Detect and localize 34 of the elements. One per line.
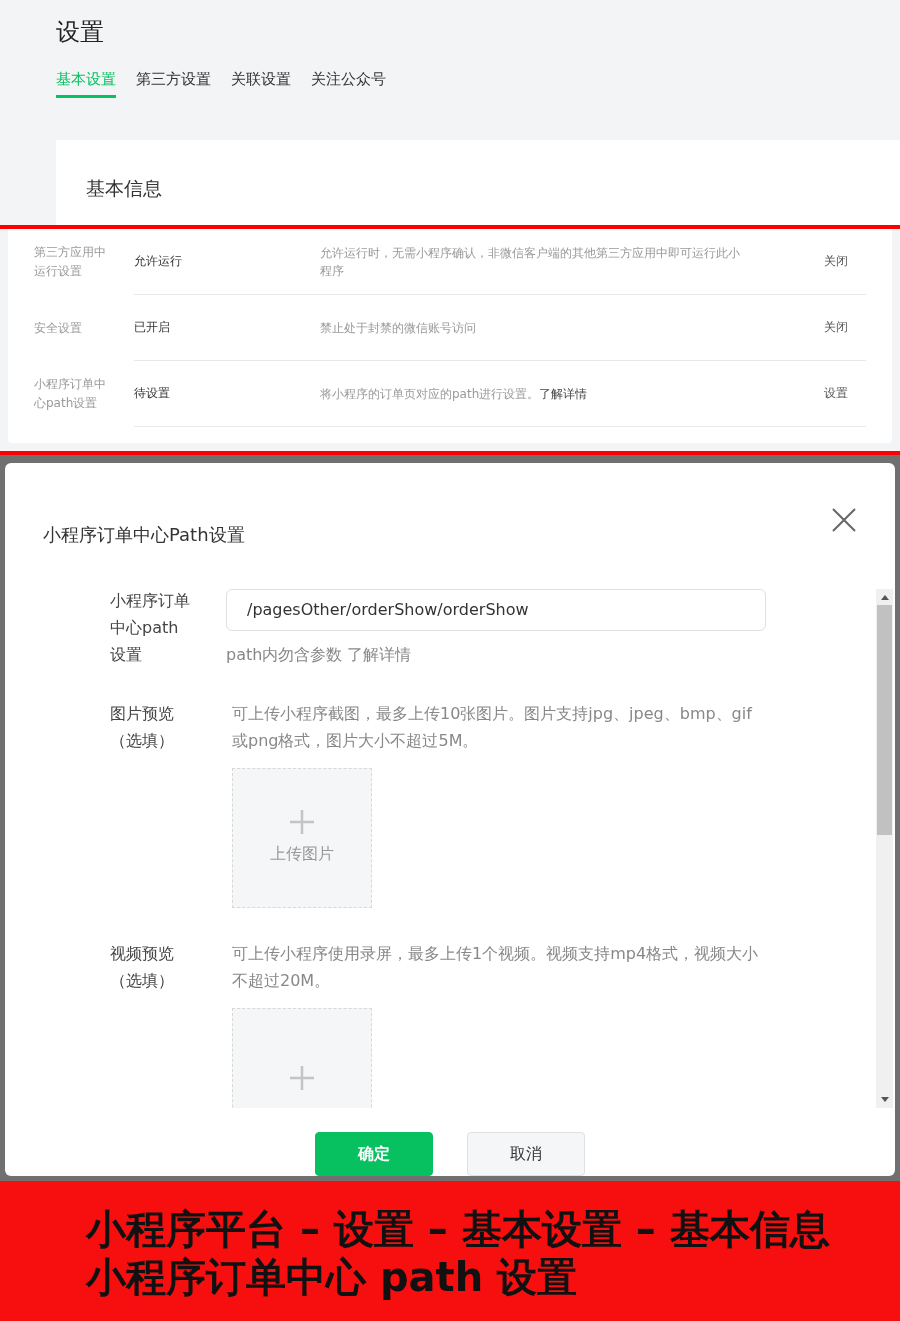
scroll-down-icon[interactable]	[879, 1096, 890, 1104]
setting-description: 将小程序的订单页对应的path进行设置。了解详情	[320, 385, 589, 403]
field-hint: 可上传小程序截图，最多上传10张图片。图片支持jpg、jpeg、bmp、gif或png格式，图片大小不超过5M。	[232, 702, 754, 752]
field-hint: 可上传小程序使用录屏，最多上传1个视频。视频支持mp4格式，视频大小不超过20M。	[232, 942, 760, 992]
caption-text: 小程序平台 – 设置 – 基本设置 – 基本信息	[86, 1205, 831, 1253]
setting-action-link[interactable]: 关闭	[824, 253, 848, 270]
setting-description: 禁止处于封禁的微信账号访问	[320, 319, 477, 337]
details-link[interactable]: 了解详情	[539, 386, 588, 401]
path-input[interactable]: /pagesOther/orderShow/orderShow	[226, 588, 766, 631]
setting-action-link[interactable]: 设置	[824, 385, 848, 402]
setting-label: 小程序订单中心path设置	[34, 376, 107, 412]
tab[interactable]: 第三方设置	[136, 70, 211, 98]
setting-label: 安全设置	[34, 319, 83, 337]
setting-action-link[interactable]: 关闭	[824, 319, 848, 336]
cancel-button[interactable]: 取消	[467, 1132, 585, 1176]
field-label: 小程序订单中心path设置	[110, 589, 191, 666]
plus-icon	[290, 1065, 314, 1090]
field-label: 视频预览（选填）	[110, 942, 175, 992]
tab[interactable]: 关联设置	[231, 70, 291, 98]
setting-status: 允许运行	[134, 253, 183, 270]
field-label: 图片预览（选填）	[110, 702, 175, 752]
page-title: 设置	[56, 17, 105, 48]
dialog-title: 小程序订单中心Path设置	[43, 522, 245, 547]
setting-label: 第三方应用中运行设置	[34, 244, 107, 280]
caption-text: 小程序订单中心 path 设置	[86, 1253, 579, 1301]
card-title: 基本信息	[86, 177, 162, 199]
field-hint: path内勿含参数 了解详情	[226, 644, 412, 666]
setting-status: 待设置	[134, 385, 171, 402]
setting-description: 允许运行时，无需小程序确认，非微信客户端的其他第三方应用中即可运行此小程序	[320, 244, 741, 280]
setting-status: 已开启	[134, 319, 171, 336]
tab[interactable]: 关注公众号	[311, 70, 386, 98]
plus-icon	[290, 810, 314, 835]
scrollbar[interactable]	[876, 588, 893, 1108]
close-icon[interactable]	[831, 506, 857, 533]
